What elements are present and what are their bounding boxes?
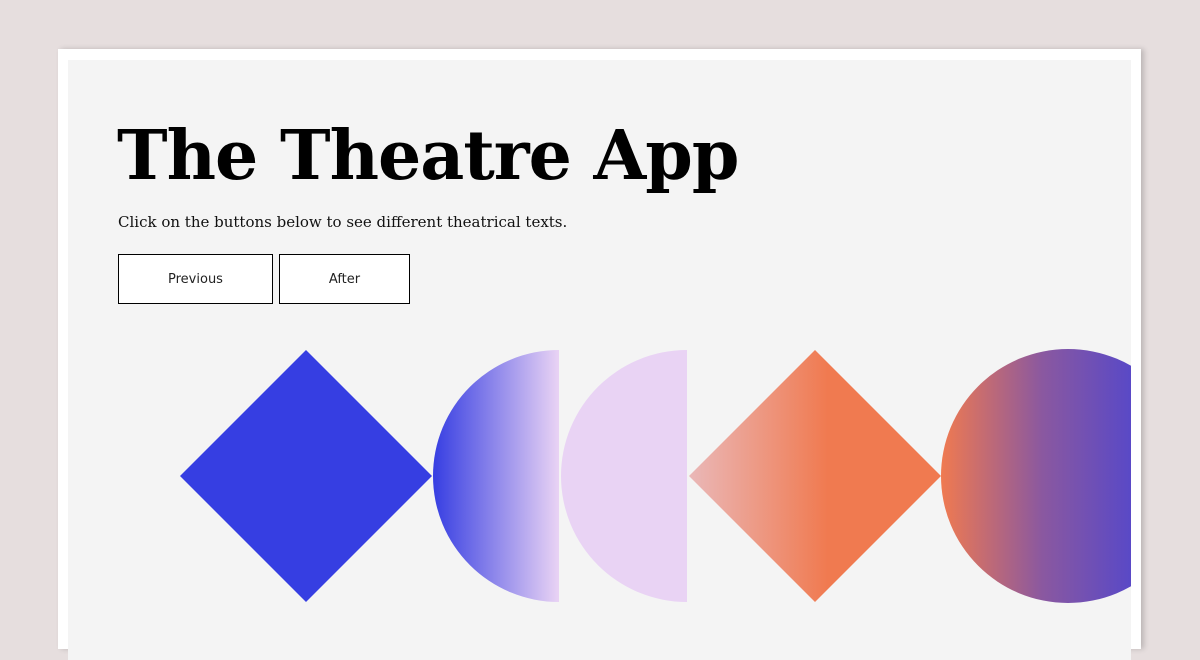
page-card: The Theatre App Click on the buttons bel… [58, 49, 1141, 649]
lavender-half-circle-shape [561, 350, 687, 602]
gradient-circle-shape [941, 349, 1131, 603]
blue-diamond-shape [180, 350, 432, 602]
gradient-half-circle-shape [433, 350, 559, 602]
content-panel: The Theatre App Click on the buttons bel… [68, 60, 1131, 660]
orange-diamond-shape [689, 350, 941, 602]
decorative-shapes [68, 60, 1131, 660]
